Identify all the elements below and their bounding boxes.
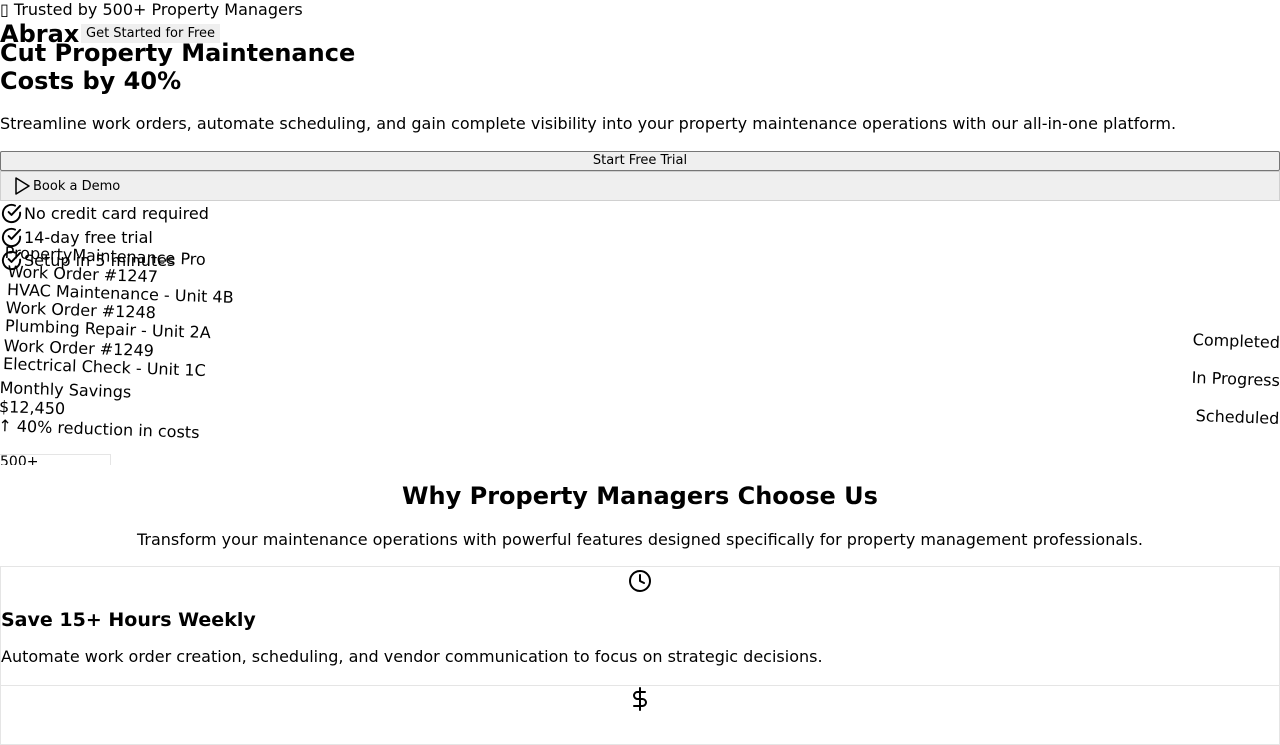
check-item: No credit card required: [0, 202, 209, 225]
check-label: No credit card required: [24, 203, 209, 223]
status-badge: Completed: [1192, 329, 1280, 352]
feature-description: Automate work order creation, scheduling…: [1, 647, 823, 666]
hero-title-line2: Costs by 40%: [0, 67, 182, 95]
trusted-banner: ▯ Trusted by 500+ Property Managers: [0, 0, 303, 19]
clock-icon: [629, 570, 651, 592]
hero-subtitle: Streamline work orders, automate schedul…: [0, 114, 1177, 133]
status-badge: Scheduled: [1195, 406, 1280, 428]
section-title: Why Property Managers Choose Us: [402, 482, 878, 510]
dollar-icon: [633, 687, 647, 711]
status-badge: In Progress: [1191, 367, 1280, 390]
trusted-text: Trusted by 500+ Property Managers: [13, 0, 303, 19]
check-circle-icon: [1, 203, 22, 224]
badge-icon: ▯: [0, 0, 9, 19]
hero-title: Cut Property Maintenance Costs by 40%: [0, 39, 355, 95]
book-demo-button[interactable]: Book a Demo: [0, 171, 1280, 201]
work-order-item: Work Order #1249 Electrical Check - Unit…: [3, 336, 207, 380]
book-demo-label: Book a Demo: [33, 178, 121, 194]
stat-item: 500+: [0, 454, 111, 465]
feature-card: [0, 685, 1280, 745]
hero-title-line1: Cut Property Maintenance: [0, 39, 356, 67]
play-icon: [15, 177, 30, 195]
start-free-trial-button[interactable]: Start Free Trial: [0, 151, 1280, 171]
stat-value: 500+: [0, 454, 39, 465]
section-subtitle: Transform your maintenance operations wi…: [136, 530, 1144, 549]
work-order-item: Work Order #1248 Plumbing Repair - Unit …: [5, 298, 212, 342]
feature-card: Save 15+ Hours Weekly Automate work orde…: [0, 566, 1280, 686]
feature-title: Save 15+ Hours Weekly: [1, 609, 256, 631]
savings-card: Monthly Savings $12,450 ↑ 40% reduction …: [0, 378, 201, 442]
